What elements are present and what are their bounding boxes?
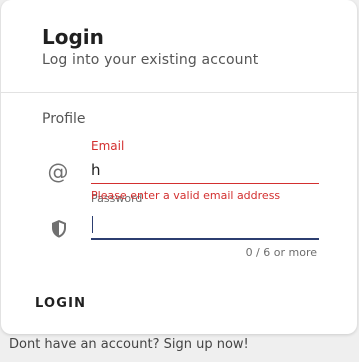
page-title: Login [42, 25, 104, 49]
signup-link[interactable]: Dont have an account? Sign up now! [9, 337, 249, 352]
page-subtitle: Log into your existing account [42, 52, 259, 68]
shield-icon [47, 217, 71, 241]
password-char-counter: 0 / 6 or more [245, 246, 317, 259]
login-button[interactable]: LOGIN [23, 286, 98, 320]
email-field[interactable] [91, 158, 319, 182]
password-underline [91, 238, 319, 240]
email-label: Email [91, 139, 125, 153]
login-card: Login Log into your existing account Pro… [1, 0, 357, 334]
password-field[interactable] [91, 213, 319, 237]
text-caret [92, 216, 93, 233]
email-error-message: Please enter a valid email address [91, 189, 281, 202]
at-icon: @ [47, 160, 69, 184]
email-underline [91, 183, 319, 184]
section-label-profile: Profile [42, 111, 86, 127]
header-divider [1, 92, 357, 93]
